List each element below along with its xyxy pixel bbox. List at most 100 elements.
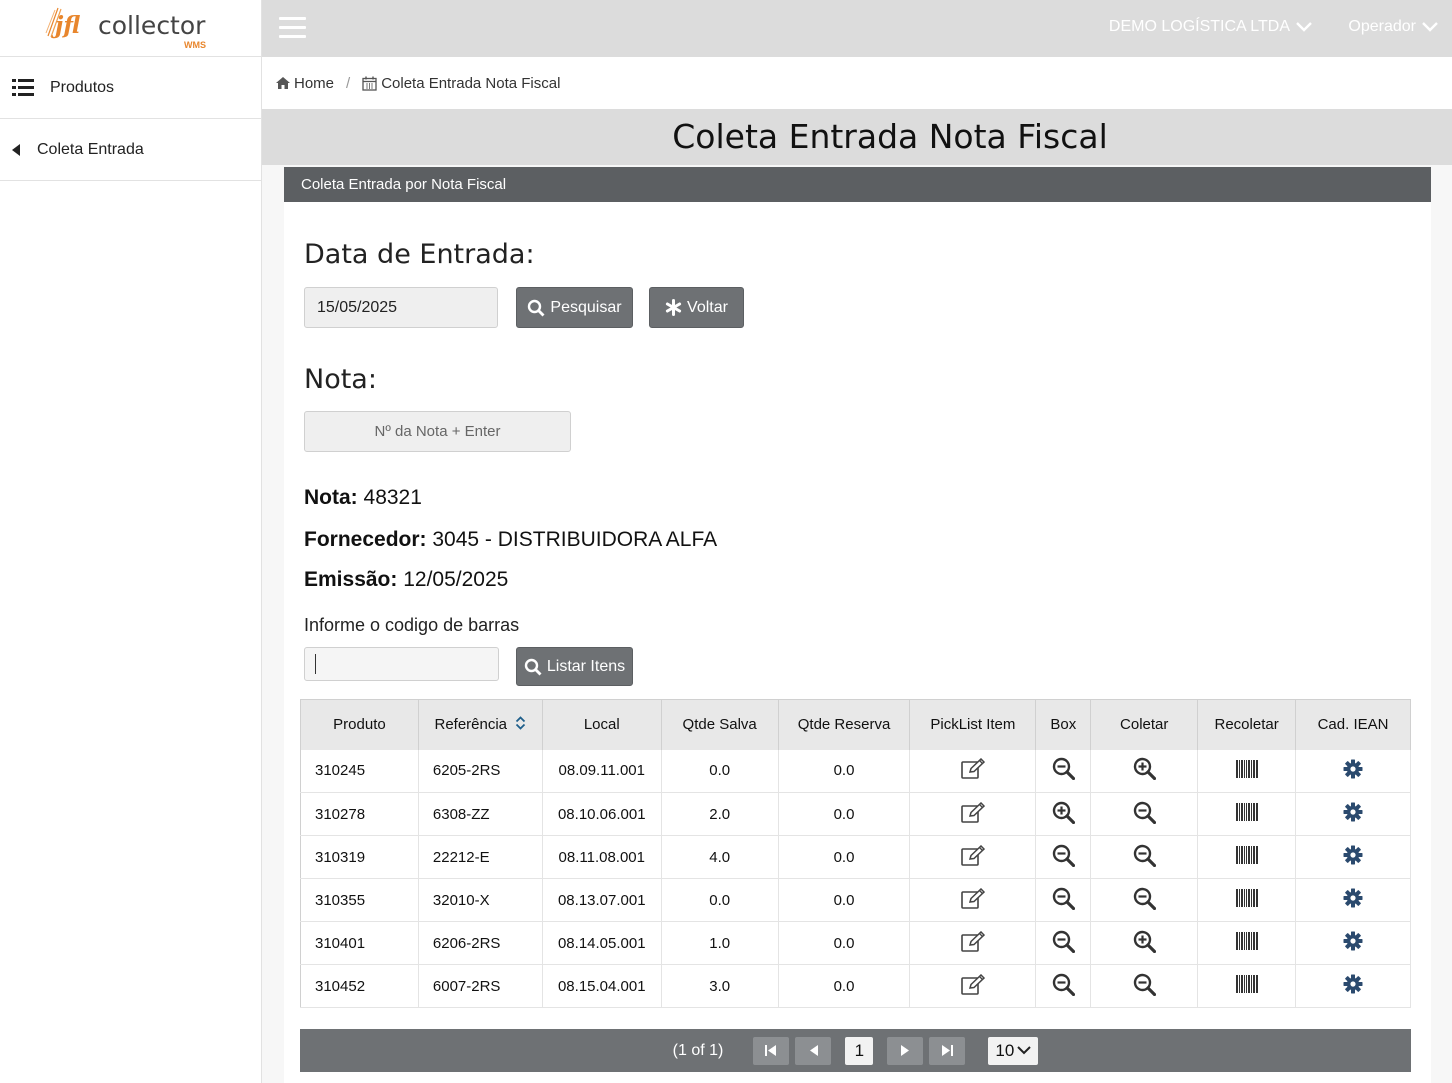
table-row[interactable]: 310355 32010-X 08.13.07.001 0.0 0.0 bbox=[300, 878, 1411, 922]
cell-picklist-item bbox=[909, 749, 1037, 793]
column-header-produto[interactable]: Produto bbox=[300, 699, 419, 750]
zoom-out-icon[interactable] bbox=[1133, 887, 1156, 910]
cell-picklist-item bbox=[909, 878, 1037, 922]
sidebar-item-coleta-entrada[interactable]: Coleta Entrada bbox=[0, 119, 261, 181]
gear-icon[interactable] bbox=[1343, 845, 1363, 865]
table-row[interactable]: 310452 6007-2RS 08.15.04.001 3.0 0.0 bbox=[300, 964, 1411, 1008]
barcode-input[interactable] bbox=[304, 647, 499, 681]
text-cursor bbox=[315, 654, 316, 674]
column-header-picklist-item[interactable]: PickList Item bbox=[909, 699, 1037, 750]
calendar-icon bbox=[362, 76, 377, 91]
column-header-cad-iean[interactable]: Cad. IEAN bbox=[1295, 699, 1411, 750]
company-name: DEMO LOGÍSTICA LTDA bbox=[1108, 18, 1290, 35]
cell-qtde-salva: 0.0 bbox=[661, 878, 779, 922]
cell-qtde-salva: 1.0 bbox=[661, 921, 779, 965]
home-icon bbox=[276, 77, 290, 89]
gear-icon[interactable] bbox=[1343, 974, 1363, 994]
paginator-status: (1 of 1) bbox=[672, 1041, 724, 1059]
column-header-local[interactable]: Local bbox=[542, 699, 662, 750]
cell-referencia: 6007-2RS bbox=[418, 964, 543, 1008]
first-page-button[interactable] bbox=[753, 1036, 790, 1065]
next-page-button[interactable] bbox=[887, 1036, 924, 1065]
emissao-info-value: 12/05/2025 bbox=[403, 568, 509, 591]
cell-qtde-reserva: 0.0 bbox=[778, 749, 911, 793]
breadcrumb-home[interactable]: Home bbox=[276, 75, 334, 92]
column-header-box[interactable]: Box bbox=[1035, 699, 1092, 750]
zoom-in-icon[interactable] bbox=[1052, 801, 1075, 824]
caret-left-icon bbox=[10, 143, 22, 156]
column-header-qtde-salva[interactable]: Qtde Salva bbox=[661, 699, 779, 750]
back-button[interactable]: Voltar bbox=[649, 287, 744, 328]
brand-logo[interactable]: jfl collector WMS bbox=[0, 0, 261, 57]
cell-local: 08.11.08.001 bbox=[542, 835, 662, 879]
cell-local: 08.15.04.001 bbox=[542, 964, 662, 1008]
table-row[interactable]: 310278 6308-ZZ 08.10.06.001 2.0 0.0 bbox=[300, 792, 1411, 836]
zoom-out-icon[interactable] bbox=[1052, 930, 1075, 953]
cell-local: 08.09.11.001 bbox=[542, 749, 662, 793]
gear-icon[interactable] bbox=[1343, 802, 1363, 822]
user-dropdown[interactable]: Operador bbox=[1348, 18, 1438, 36]
search-button[interactable]: Pesquisar bbox=[516, 287, 633, 328]
cell-produto: 310452 bbox=[300, 964, 419, 1008]
barcode-icon[interactable] bbox=[1235, 759, 1258, 778]
nota-label: Nota: bbox=[304, 364, 377, 395]
column-header-qtde-reserva[interactable]: Qtde Reserva bbox=[778, 699, 911, 750]
list-items-button[interactable]: Listar Itens bbox=[516, 647, 633, 686]
table-row[interactable]: 310245 6205-2RS 08.09.11.001 0.0 0.0 bbox=[300, 749, 1411, 793]
brand-name-prefix: jfl bbox=[55, 12, 81, 39]
zoom-out-icon[interactable] bbox=[1052, 844, 1075, 867]
cell-cad-iean bbox=[1295, 792, 1411, 836]
edit-icon[interactable] bbox=[961, 930, 985, 952]
column-header-coletar[interactable]: Coletar bbox=[1090, 699, 1199, 750]
paginator: (1 of 1) 1 10 bbox=[300, 1029, 1411, 1072]
gear-icon[interactable] bbox=[1343, 931, 1363, 951]
zoom-in-icon[interactable] bbox=[1133, 930, 1156, 953]
zoom-out-icon[interactable] bbox=[1052, 757, 1075, 781]
panel-header: Coleta Entrada por Nota Fiscal bbox=[284, 167, 1431, 202]
cell-cad-iean bbox=[1295, 835, 1411, 879]
zoom-out-icon[interactable] bbox=[1133, 801, 1156, 824]
table-row[interactable]: 310319 22212-E 08.11.08.001 4.0 0.0 bbox=[300, 835, 1411, 879]
barcode-icon[interactable] bbox=[1235, 932, 1258, 950]
column-header-recoletar[interactable]: Recoletar bbox=[1197, 699, 1297, 750]
hamburger-menu-icon[interactable] bbox=[279, 17, 306, 38]
zoom-out-icon[interactable] bbox=[1052, 887, 1075, 910]
topbar: DEMO LOGÍSTICA LTDA Operador bbox=[262, 0, 1452, 57]
rows-per-page-select[interactable]: 10 bbox=[988, 1036, 1039, 1065]
edit-icon[interactable] bbox=[961, 844, 985, 866]
barcode-icon[interactable] bbox=[1235, 803, 1258, 821]
page-title-bar: Coleta Entrada Nota Fiscal bbox=[262, 109, 1452, 165]
barcode-label: Informe o codigo de barras bbox=[304, 615, 520, 635]
emissao-info-key: Emissão: bbox=[304, 568, 398, 591]
sidebar-item-label: Produtos bbox=[50, 78, 115, 96]
brand-tag: WMS bbox=[184, 40, 206, 50]
current-page-button[interactable]: 1 bbox=[845, 1036, 874, 1065]
zoom-out-icon[interactable] bbox=[1133, 844, 1156, 867]
barcode-icon[interactable] bbox=[1235, 846, 1258, 864]
breadcrumb-separator: / bbox=[346, 74, 351, 92]
gear-icon[interactable] bbox=[1343, 759, 1363, 779]
date-input[interactable]: 15/05/2025 bbox=[304, 287, 498, 328]
barcode-icon[interactable] bbox=[1235, 889, 1258, 907]
edit-icon[interactable] bbox=[961, 758, 985, 780]
zoom-in-icon[interactable] bbox=[1133, 757, 1156, 781]
last-page-button[interactable] bbox=[929, 1036, 966, 1065]
sidebar-item-produtos[interactable]: Produtos bbox=[0, 57, 261, 119]
edit-icon[interactable] bbox=[961, 887, 985, 909]
table-row[interactable]: 310401 6206-2RS 08.14.05.001 1.0 0.0 bbox=[300, 921, 1411, 965]
edit-icon[interactable] bbox=[961, 801, 985, 823]
column-header-referencia[interactable]: Referência bbox=[418, 699, 543, 750]
zoom-out-icon[interactable] bbox=[1133, 973, 1156, 996]
sidebar-item-label: Coleta Entrada bbox=[37, 140, 144, 158]
barcode-icon[interactable] bbox=[1235, 975, 1258, 993]
nota-input[interactable]: Nº da Nota + Enter bbox=[304, 411, 571, 452]
cell-picklist-item bbox=[909, 835, 1037, 879]
previous-page-button[interactable] bbox=[795, 1036, 832, 1065]
company-dropdown[interactable]: DEMO LOGÍSTICA LTDA bbox=[1109, 18, 1312, 36]
cell-qtde-salva: 3.0 bbox=[661, 964, 779, 1008]
edit-icon[interactable] bbox=[961, 973, 985, 995]
cell-picklist-item bbox=[909, 921, 1037, 965]
zoom-out-icon[interactable] bbox=[1052, 973, 1075, 996]
gear-icon[interactable] bbox=[1343, 888, 1363, 908]
cell-qtde-reserva: 0.0 bbox=[778, 835, 911, 879]
